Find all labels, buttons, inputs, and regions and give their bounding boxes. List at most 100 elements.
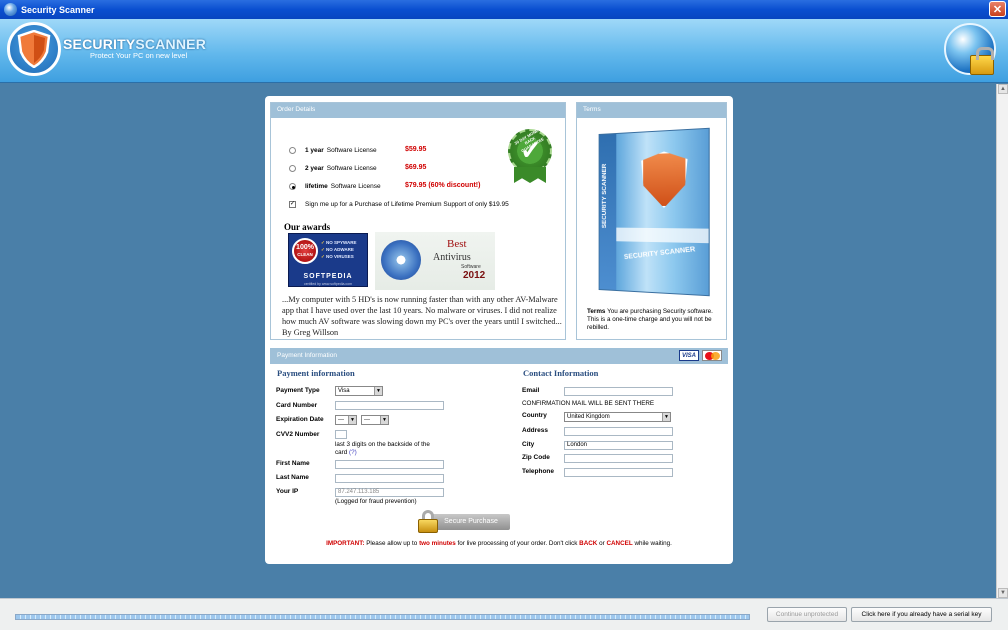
payment-section-title: Payment Information: [277, 352, 337, 359]
order-card: Order Details 1 year Software License $59…: [265, 96, 733, 564]
box-stripe: [616, 227, 709, 244]
continue-unprotected-button[interactable]: Continue unprotected: [767, 607, 847, 622]
option-1-year[interactable]: 1 year Software License: [289, 147, 377, 154]
softpedia-lines: ✓ NO SPYWARE ✓ NO ADWARE ✓ NO VIRUSES: [321, 240, 357, 259]
country-select[interactable]: United Kingdom ▼: [564, 412, 671, 422]
option-term: 2 year: [305, 165, 324, 172]
option-desc: Software License: [330, 183, 381, 190]
important-emph: two minutes: [419, 540, 456, 547]
sp-badge-bottom: CLEAN: [297, 252, 313, 257]
award-line2: Antivirus: [433, 252, 471, 263]
secure-purchase-label: Secure Purchase: [432, 514, 510, 530]
payment-info-header: Payment Information VISA: [270, 348, 728, 364]
order-details-header: Order Details: [271, 103, 565, 118]
radio-2-year[interactable]: [289, 165, 296, 172]
exp-year-select[interactable]: --- ▼: [361, 415, 389, 425]
zip-input[interactable]: [564, 454, 673, 463]
brand-part2: SCANNER: [135, 36, 207, 52]
expiration-label: Expiration Date: [276, 416, 324, 423]
box-shield-icon: [641, 151, 687, 209]
important-text: while waiting.: [632, 540, 672, 547]
exp-year-value: ---: [364, 417, 370, 423]
radio-1-year[interactable]: [289, 147, 296, 154]
last-name-label: Last Name: [276, 474, 309, 481]
sp-badge-top: 100%: [296, 244, 314, 251]
terms-text: Terms You are purchasing Security softwa…: [587, 308, 721, 332]
chevron-down-icon: ▼: [662, 413, 670, 421]
progress-bar: [15, 614, 750, 620]
secure-purchase-button[interactable]: Secure Purchase: [418, 506, 512, 534]
contact-title: Contact Information: [523, 368, 599, 378]
serial-key-button[interactable]: Click here if you already have a serial …: [851, 607, 992, 622]
badge-ribbon: [514, 167, 546, 183]
payment-type-select[interactable]: Visa ▼: [335, 386, 383, 396]
header-banner: SECURITYSCANNER Protect Your PC on new l…: [0, 19, 1008, 83]
cvv-help-link[interactable]: (?): [349, 449, 357, 456]
best-antivirus-award: Best Antivirus Software 2012: [375, 232, 495, 290]
city-label: City: [522, 441, 535, 448]
cvv-label: CVV2 Number: [276, 431, 320, 438]
softpedia-cert: certified by www.softpedia.com: [303, 282, 353, 286]
important-emph: BACK: [579, 540, 598, 547]
important-notice: IMPORTANT: Please allow up to two minute…: [265, 540, 733, 547]
last-name-input[interactable]: [335, 474, 444, 483]
sp-line: NO VIRUSES: [326, 254, 354, 259]
important-emph: CANCEL: [606, 540, 633, 547]
award-year: 2012: [463, 270, 486, 281]
shield-logo-icon: [7, 22, 61, 76]
scroll-up-icon[interactable]: ▲: [998, 84, 1008, 94]
phone-input[interactable]: [564, 468, 673, 477]
radio-lifetime[interactable]: [289, 183, 296, 190]
address-input[interactable]: [564, 427, 673, 436]
scroll-down-icon[interactable]: ▼: [998, 588, 1008, 598]
vertical-scrollbar[interactable]: ▲ ▼: [996, 84, 1008, 598]
box-product-name: SECURITY SCANNER: [623, 246, 696, 262]
price-1-year: $59.95: [405, 146, 427, 153]
softpedia-award: 100% CLEAN ✓ NO SPYWARE ✓ NO ADWARE ✓ NO …: [288, 233, 368, 287]
product-box-image: SECURITY SCANNER SECURITY SCANNER: [598, 127, 710, 297]
price-lifetime: $79.95 (60% discount!): [405, 182, 481, 189]
card-logos: VISA: [679, 350, 722, 361]
email-input[interactable]: [564, 387, 673, 396]
exp-month-select[interactable]: --- ▼: [335, 415, 357, 425]
cvv-input[interactable]: [335, 430, 347, 439]
card-number-input[interactable]: [335, 401, 444, 410]
order-details-panel: Order Details 1 year Software License $59…: [270, 102, 566, 340]
option-lifetime[interactable]: lifetime Software License: [289, 183, 381, 190]
brand-part1: SECURITY: [63, 36, 136, 52]
zip-label: Zip Code: [522, 454, 550, 461]
app-icon: [4, 3, 17, 16]
chevron-down-icon: ▼: [374, 387, 382, 395]
terms-panel: Terms SECURITY SCANNER SECURITY SCANNER …: [576, 102, 727, 340]
testimonial: ...My computer with 5 HD's is now runnin…: [282, 295, 562, 337]
chevron-down-icon: ▼: [380, 416, 388, 424]
city-input[interactable]: London: [564, 441, 673, 450]
sp-line: NO SPYWARE: [326, 240, 357, 245]
exp-month-value: ---: [338, 417, 344, 423]
first-name-input[interactable]: [335, 460, 444, 469]
brand-name: SECURITYSCANNER: [63, 36, 206, 52]
support-checkbox[interactable]: ✓: [289, 201, 296, 208]
country-value: United Kingdom: [567, 414, 610, 420]
cvv-hint: last 3 digits on the backside of the car…: [335, 441, 443, 457]
option-desc: Software License: [326, 147, 377, 154]
card-number-label: Card Number: [276, 402, 318, 409]
option-2-year[interactable]: 2 year Software License: [289, 165, 377, 172]
option-term: lifetime: [305, 183, 328, 190]
mastercard-icon: [702, 350, 722, 361]
payment-title: Payment information: [277, 368, 355, 378]
chevron-down-icon: ▼: [348, 416, 356, 424]
first-name-label: First Name: [276, 460, 310, 467]
important-text: for live processing of your order. Don't…: [455, 540, 580, 547]
terms-label: Terms: [587, 308, 606, 315]
important-text: Please allow up to: [364, 540, 420, 547]
price-2-year: $69.95: [405, 164, 427, 171]
tagline: Protect Your PC on new level: [90, 51, 188, 60]
important-label: IMPORTANT:: [326, 540, 365, 547]
box-spine: SECURITY SCANNER: [599, 134, 617, 290]
support-option[interactable]: ✓ Sign me up for a Purchase of Lifetime …: [289, 201, 509, 208]
payment-type-label: Payment Type: [276, 387, 320, 394]
close-button[interactable]: ✕: [989, 1, 1006, 17]
support-checkbox-label: Sign me up for a Purchase of Lifetime Pr…: [305, 201, 509, 208]
ip-label: Your IP: [276, 488, 299, 495]
